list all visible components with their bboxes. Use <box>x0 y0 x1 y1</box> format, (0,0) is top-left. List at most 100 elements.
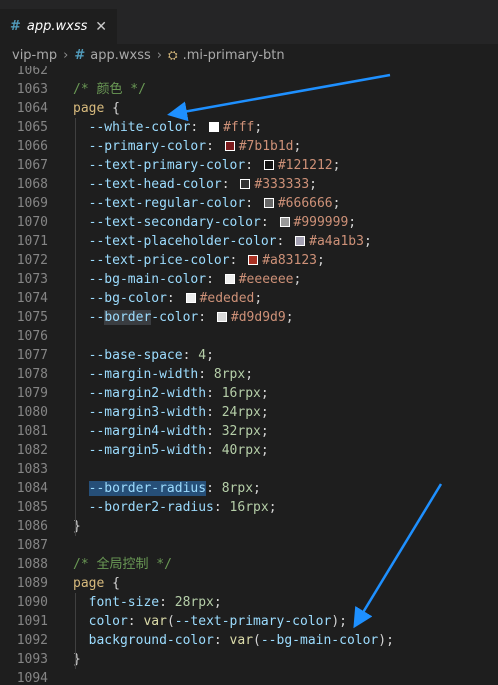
color-swatch-icon[interactable] <box>263 160 274 170</box>
code-line: 1089 page { <box>0 574 498 593</box>
code-token: --margin2-width <box>73 386 207 401</box>
code-token: /* 全局控制 */ <box>73 557 172 572</box>
code-token: border <box>104 310 152 325</box>
code-token: 4 <box>198 348 207 363</box>
code-token: --margin3-width <box>73 405 207 420</box>
code-token: : <box>159 595 175 610</box>
code-token: #fff <box>223 120 255 135</box>
code-token: : <box>206 139 222 154</box>
tab-app-wxss[interactable]: # app.wxss ✕ <box>0 9 117 44</box>
code-token: var <box>143 614 167 629</box>
code-token: : <box>206 443 222 458</box>
code-text: --margin3-width: 24rpx; <box>73 403 269 422</box>
code-text: --border-color: #d9d9d9; <box>73 308 294 327</box>
line-number: 1069 <box>16 196 48 211</box>
close-icon[interactable]: ✕ <box>95 19 107 35</box>
line-number: 1071 <box>16 234 48 249</box>
line-number: 1080 <box>16 405 48 420</box>
code-token: ; <box>293 272 302 287</box>
code-token: ; <box>254 120 263 135</box>
color-swatch-icon[interactable] <box>224 274 235 284</box>
code-token: ( <box>253 633 261 648</box>
color-swatch-icon[interactable] <box>224 141 235 151</box>
code-line: 1094 <box>0 669 498 685</box>
code-token: var <box>229 633 254 648</box>
color-swatch-icon[interactable] <box>263 198 274 208</box>
color-swatch-icon[interactable] <box>240 179 251 189</box>
line-number: 1087 <box>16 538 48 553</box>
breadcrumb-item-folder[interactable]: vip-mp <box>12 48 57 63</box>
code-token: #666666 <box>277 196 333 211</box>
line-number: 1076 <box>16 329 48 344</box>
color-swatch-icon[interactable] <box>248 255 259 265</box>
color-swatch-icon[interactable] <box>185 293 196 303</box>
code-token: ; <box>332 158 341 173</box>
code-token: : <box>213 500 230 515</box>
code-token: page <box>73 576 105 591</box>
line-number: 1065 <box>16 120 48 135</box>
code-token: --margin5-width <box>73 443 207 458</box>
code-token: : <box>276 234 293 249</box>
code-token: : <box>245 196 261 211</box>
code-token: -- <box>73 310 105 325</box>
line-number: 1073 <box>16 272 48 287</box>
css-file-icon: # <box>10 19 21 34</box>
line-number: 1093 <box>16 652 48 667</box>
line-number: 1091 <box>16 614 48 629</box>
code-token: background-color <box>73 633 214 648</box>
code-text: --base-space: 4; <box>73 346 214 365</box>
breadcrumb-item-selector[interactable]: .mi-primary-btn <box>183 48 285 63</box>
code-token: --text-secondary-color <box>73 215 261 230</box>
code-token: #ededed <box>199 291 255 306</box>
line-number: 1085 <box>16 500 48 515</box>
code-token: ; <box>260 443 269 458</box>
code-token: 32rpx <box>221 424 261 439</box>
code-token: --text-primary-color <box>73 158 246 173</box>
color-swatch-icon[interactable] <box>209 122 220 132</box>
line-number: 1082 <box>16 443 48 458</box>
line-number: 1083 <box>16 462 48 477</box>
code-token: #121212 <box>277 158 333 173</box>
code-text: --bg-color: #ededed; <box>73 289 263 308</box>
code-token: : <box>190 120 207 135</box>
code-token: : <box>206 386 222 401</box>
code-token: ; <box>268 500 277 515</box>
code-text: /* 全局控制 */ <box>73 555 172 574</box>
chevron-right-icon: › <box>63 47 69 63</box>
code-token: 8rpx <box>221 481 254 496</box>
color-swatch-icon[interactable] <box>295 236 306 246</box>
code-token: --white-color <box>73 120 191 135</box>
line-number: 1072 <box>16 253 48 268</box>
breadcrumb-item-file[interactable]: app.wxss <box>90 48 150 63</box>
code-text: --border2-radius: 16rpx; <box>73 498 277 517</box>
code-text: --primary-color: #7b1b1d; <box>73 137 302 156</box>
code-token: --primary-color <box>73 139 207 154</box>
code-token: --text-price-color <box>73 253 230 268</box>
color-swatch-icon[interactable] <box>279 217 290 227</box>
code-token: #d9d9d9 <box>230 310 286 325</box>
line-number: 1089 <box>16 576 48 591</box>
color-swatch-icon[interactable] <box>216 312 227 322</box>
code-token: --margin4-width <box>73 424 207 439</box>
css-file-icon: # <box>74 47 86 63</box>
code-token: : <box>198 367 214 382</box>
code-text: background-color: var(--bg-main-color); <box>73 631 394 650</box>
code-token: ; <box>253 481 261 496</box>
code-token: ; <box>245 367 254 382</box>
code-token: : <box>198 310 214 325</box>
code-token: #a83123 <box>262 253 317 268</box>
line-number: 1062 <box>16 66 48 78</box>
code-text: --text-placeholder-color: #a4a1b3; <box>73 232 372 251</box>
code-token: 16rpx <box>221 386 261 401</box>
line-number: 1074 <box>16 291 48 306</box>
line-number: 1079 <box>16 386 48 401</box>
code-text: --margin5-width: 40rpx; <box>73 441 269 460</box>
code-text: --margin4-width: 32rpx; <box>73 422 269 441</box>
code-text: font-size: 28rpx; <box>73 593 222 612</box>
code-token: ; <box>363 234 372 249</box>
code-token: : <box>166 291 183 306</box>
code-text: --border-radius: 8rpx; <box>73 479 261 498</box>
code-editor[interactable]: 1062 1063/* 颜色 */1064 page {1065 --white-c… <box>0 66 498 685</box>
code-token: ; <box>213 595 222 610</box>
code-token: #333333 <box>254 177 310 192</box>
